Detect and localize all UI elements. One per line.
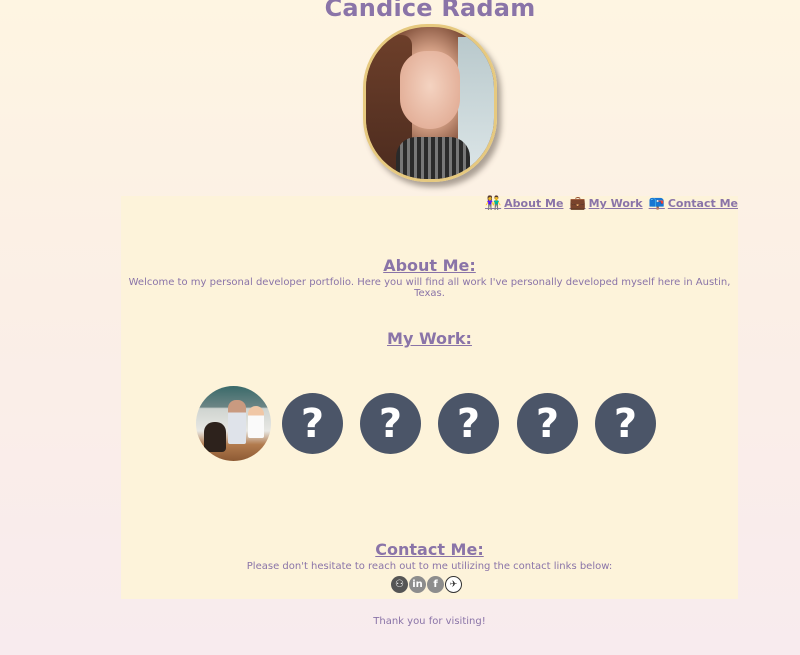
work-item-placeholder[interactable]: ? xyxy=(360,393,421,454)
email-icon[interactable]: ✈ xyxy=(445,576,462,593)
question-mark-icon: ? xyxy=(456,400,481,447)
question-mark-icon: ? xyxy=(300,400,325,447)
about-heading: About Me: xyxy=(383,256,476,275)
question-mark-icon: ? xyxy=(378,400,403,447)
avatar xyxy=(363,24,497,182)
work-item-placeholder[interactable]: ? xyxy=(595,393,656,454)
nav-contact-me-label: Contact Me xyxy=(667,197,738,210)
contact-heading: Contact Me: xyxy=(375,540,484,559)
about-text: Welcome to my personal developer portfol… xyxy=(128,277,731,299)
briefcase-icon: 💼 xyxy=(569,196,586,211)
nav-my-work-label: My Work xyxy=(588,197,643,210)
contact-links: ⚇ in f ✈ xyxy=(391,576,462,593)
facebook-icon[interactable]: f xyxy=(427,576,444,593)
nav-bar: 👫 About Me 💼 My Work 📪 Contact Me xyxy=(479,196,738,211)
page-title: Candice Radam xyxy=(324,0,536,22)
question-mark-icon: ? xyxy=(535,400,560,447)
work-heading: My Work: xyxy=(387,329,472,348)
linkedin-icon[interactable]: in xyxy=(409,576,426,593)
work-item-photo[interactable] xyxy=(196,386,271,461)
people-icon: 👫 xyxy=(484,196,502,211)
work-item-placeholder[interactable]: ? xyxy=(282,393,343,454)
nav-my-work[interactable]: 💼 My Work xyxy=(569,196,642,211)
nav-about-me-label: About Me xyxy=(504,197,564,210)
nav-contact-me[interactable]: 📪 Contact Me xyxy=(649,196,738,211)
question-mark-icon: ? xyxy=(613,400,638,447)
nav-about-me[interactable]: 👫 About Me xyxy=(485,196,563,211)
contact-text: Please don't hesitate to reach out to me… xyxy=(246,561,613,572)
work-item-placeholder[interactable]: ? xyxy=(438,393,499,454)
mailbox-icon: 📪 xyxy=(648,196,665,211)
footer-text: Thank you for visiting! xyxy=(373,616,486,627)
github-icon[interactable]: ⚇ xyxy=(391,576,408,593)
work-item-placeholder[interactable]: ? xyxy=(517,393,578,454)
